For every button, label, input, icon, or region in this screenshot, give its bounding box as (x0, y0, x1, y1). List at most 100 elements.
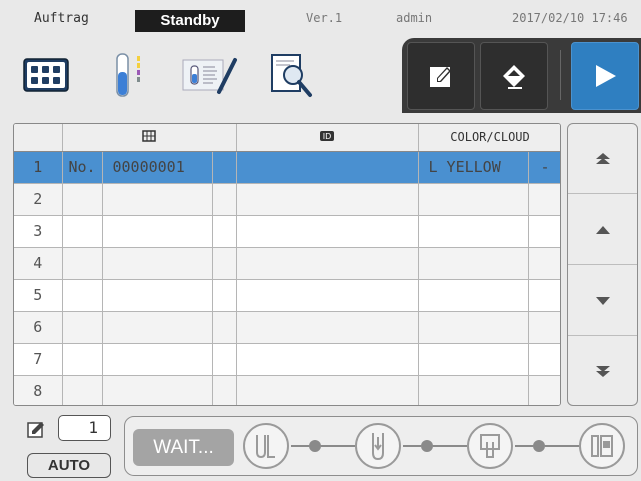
table-row[interactable]: 4 (14, 247, 560, 280)
table-row[interactable]: 6 (14, 311, 560, 344)
toolbar-divider (560, 50, 561, 100)
table-header: ID COLOR/CLOUD (14, 124, 560, 152)
row-number: 2 (14, 183, 63, 216)
strip-button[interactable] (178, 50, 240, 100)
stage-connector (291, 445, 309, 447)
row-number: 5 (14, 279, 63, 312)
row-number: 1 (14, 151, 63, 184)
page-up-button[interactable] (568, 124, 637, 194)
stage-dot (309, 440, 321, 452)
row-prefix (62, 215, 103, 248)
table-row[interactable]: 5 (14, 279, 560, 312)
stage-tube (355, 423, 401, 469)
scroll-controls (567, 123, 638, 406)
sample-color (418, 279, 529, 312)
rack-icon (142, 130, 156, 142)
datetime-label: 2017/02/10 17:46 (512, 11, 628, 25)
table-row[interactable]: 2 (14, 183, 560, 216)
sample-id (236, 343, 419, 376)
sample-cloud (528, 183, 560, 216)
sample-color (418, 247, 529, 280)
stage-dot (533, 440, 545, 452)
sample-table: ID COLOR/CLOUD 1 No. 00000001 L YELLOW - 2 3 4 5… (13, 123, 561, 406)
table-row[interactable]: 3 (14, 215, 560, 248)
row-flag (212, 215, 237, 248)
sample-cloud (528, 279, 560, 312)
sample-color (418, 375, 529, 405)
stage-strip (467, 423, 513, 469)
tube-icon (372, 433, 384, 461)
sample-number (102, 215, 213, 248)
up-icon (595, 225, 610, 234)
sample-number (102, 375, 213, 405)
col-id: ID (236, 124, 419, 152)
row-prefix (62, 183, 103, 216)
table-row[interactable]: 8 (14, 375, 560, 405)
row-prefix (62, 375, 103, 405)
sample-color (418, 183, 529, 216)
strip-icon (480, 434, 500, 458)
row-number: 8 (14, 375, 63, 405)
mode-label: Auftrag (34, 11, 89, 26)
user-label: admin (396, 11, 433, 25)
start-button[interactable] (571, 42, 639, 110)
row-flag (212, 375, 237, 405)
stage-dot (421, 440, 433, 452)
row-flag (212, 279, 237, 312)
tube-in-icon (256, 435, 275, 459)
col-color-cloud: COLOR/CLOUD (418, 124, 560, 152)
svg-text:ID: ID (323, 132, 332, 141)
table-row[interactable]: 1 No. 00000001 L YELLOW - (14, 151, 560, 184)
test-tube-icon (116, 53, 140, 97)
down-icon (595, 296, 610, 305)
stage-tube-in (243, 423, 289, 469)
page-down-icon (595, 366, 610, 377)
sample-count-icon (27, 422, 44, 438)
sample-id (236, 247, 419, 280)
sample-color (418, 311, 529, 344)
sample-number (102, 279, 213, 312)
row-prefix (62, 343, 103, 376)
edit-button[interactable] (407, 42, 475, 110)
down-button[interactable] (568, 266, 637, 336)
sample-number (102, 247, 213, 280)
sample-id (236, 279, 419, 312)
edit-icon (430, 67, 451, 87)
strip-chart-icon (182, 58, 237, 94)
row-number: 6 (14, 311, 63, 344)
rack-out-icon (591, 435, 613, 457)
sample-id (236, 183, 419, 216)
id-icon: ID (320, 130, 334, 141)
row-number: 7 (14, 343, 63, 376)
stage-connector (515, 445, 533, 447)
page-down-button[interactable] (568, 337, 637, 405)
sample-id (236, 215, 419, 248)
sample-color (418, 343, 529, 376)
sample-cloud (528, 343, 560, 376)
table-row[interactable]: 7 (14, 343, 560, 376)
sample-count-field[interactable]: 1 (58, 415, 111, 441)
row-prefix (62, 279, 103, 312)
sample-cloud (528, 215, 560, 248)
sample-number (102, 343, 213, 376)
status-badge: Standby (135, 10, 245, 32)
report-search-button[interactable] (265, 50, 317, 100)
stage-connector (545, 445, 579, 447)
erase-icon (503, 65, 525, 89)
auto-button[interactable]: AUTO (27, 453, 111, 478)
col-row-number (14, 124, 63, 152)
rack-button[interactable] (20, 50, 72, 100)
test-tube-button[interactable] (107, 50, 151, 100)
up-button[interactable] (568, 195, 637, 265)
row-flag (212, 151, 237, 184)
row-flag (212, 311, 237, 344)
stage-rack-out (579, 423, 625, 469)
report-search-icon (271, 54, 312, 97)
row-prefix (62, 247, 103, 280)
erase-button[interactable] (480, 42, 548, 110)
sample-cloud (528, 375, 560, 405)
row-flag (212, 247, 237, 280)
sample-cloud (528, 247, 560, 280)
sample-number (102, 183, 213, 216)
rack-icon (23, 58, 69, 92)
